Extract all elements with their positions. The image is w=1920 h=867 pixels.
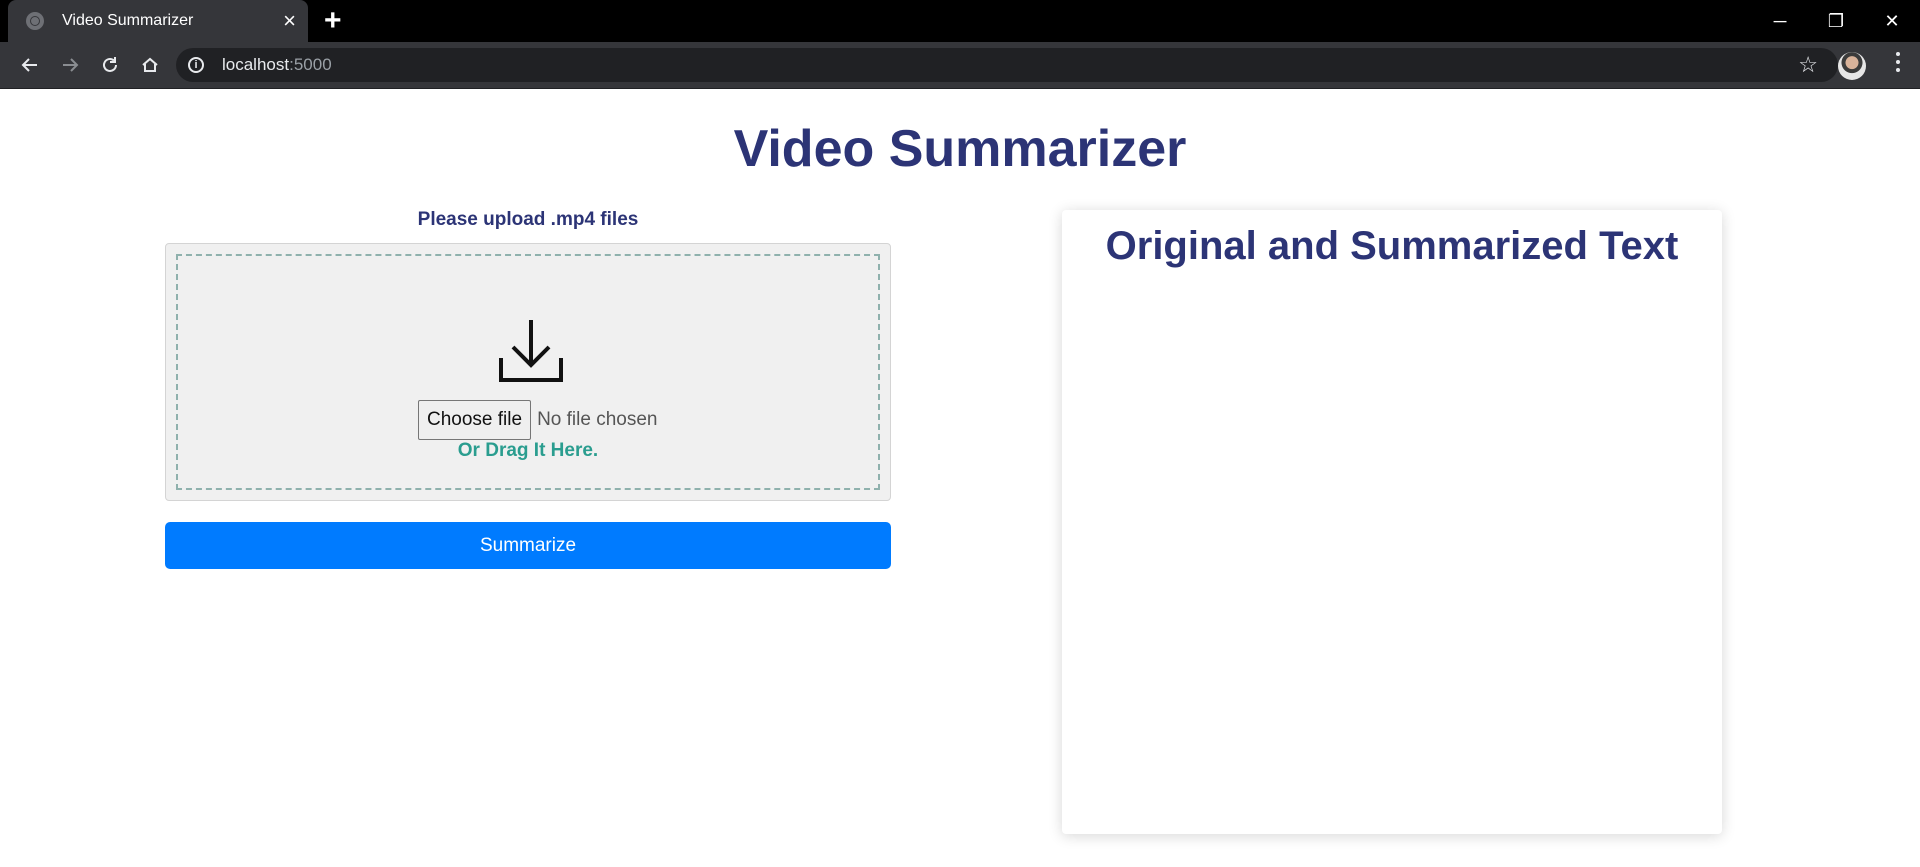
file-input[interactable]: Choose file No file chosen [418, 400, 657, 440]
avatar[interactable] [1838, 52, 1866, 80]
url-port: :5000 [289, 55, 332, 74]
url-host: localhost [222, 55, 290, 74]
menu-icon[interactable] [1896, 52, 1902, 72]
drag-hint: Or Drag It Here. [457, 440, 599, 461]
result-panel: Original and Summarized Text [1062, 210, 1722, 834]
page-title: Video Summarizer [733, 120, 1187, 178]
upload-note: Please upload .mp4 files [417, 209, 639, 230]
minimize-button[interactable]: ─ [1752, 0, 1808, 42]
drop-zone-border: Choose file No file chosen Or Drag It He… [176, 254, 880, 490]
new-tab-button[interactable]: + [324, 6, 342, 36]
file-drop-zone[interactable]: Choose file No file chosen Or Drag It He… [165, 243, 891, 501]
browser-tab[interactable]: Video Summarizer × [8, 0, 308, 42]
address-bar[interactable]: i localhost:5000 ☆ [176, 48, 1838, 82]
file-status: No file chosen [537, 409, 658, 430]
summarize-button[interactable]: Summarize [165, 522, 891, 569]
info-icon[interactable]: i [188, 57, 204, 73]
window-controls: ─ ❐ ✕ [1752, 0, 1920, 42]
page-content: Video Summarizer Please upload .mp4 file… [0, 89, 1920, 867]
star-icon[interactable]: ☆ [1798, 52, 1818, 78]
restore-button[interactable]: ❐ [1808, 0, 1864, 42]
result-title: Original and Summarized Text [1105, 224, 1679, 268]
reload-icon[interactable] [90, 45, 130, 85]
forward-icon[interactable] [50, 45, 90, 85]
browser-tab-bar: Video Summarizer × + ─ ❐ ✕ [0, 0, 1920, 42]
close-tab-icon[interactable]: × [283, 10, 296, 32]
close-window-button[interactable]: ✕ [1864, 0, 1920, 42]
home-icon[interactable] [130, 45, 170, 85]
download-icon [498, 318, 564, 387]
tab-title: Video Summarizer [62, 12, 194, 29]
globe-icon [26, 12, 44, 30]
browser-toolbar: i localhost:5000 ☆ [0, 42, 1920, 89]
choose-file-button[interactable]: Choose file [418, 400, 532, 440]
back-icon[interactable] [10, 45, 50, 85]
